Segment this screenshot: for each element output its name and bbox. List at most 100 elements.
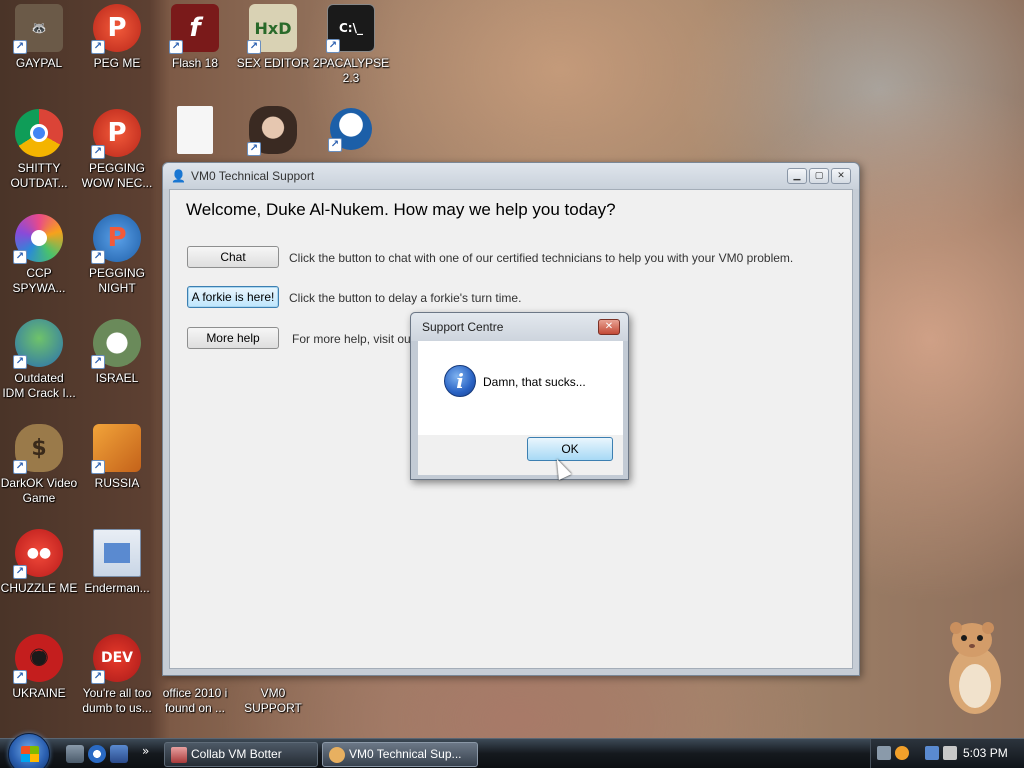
desktop-icon-sex-editor[interactable]: HxD ↗ SEX EDITOR (234, 4, 312, 71)
shortcut-arrow-icon: ↗ (247, 40, 261, 54)
support-person-icon: 👤 (171, 169, 186, 183)
gaypal-icon: 🦝 ↗ (13, 4, 63, 54)
display-tray-icon[interactable] (925, 746, 939, 760)
network-tray-icon[interactable] (877, 746, 891, 760)
volume-muted-icon[interactable] (943, 746, 957, 760)
chuzzle-icon: ●● ↗ (13, 529, 63, 579)
peg-icon: P ↗ (91, 109, 141, 159)
ok-button[interactable]: OK (527, 437, 613, 461)
command-prompt-icon: C:\_ ↗ (326, 4, 375, 53)
support-centre-dialog: Support Centre ✕ i Damn, that sucks... O… (410, 312, 629, 480)
maximize-button[interactable]: ▢ (809, 168, 829, 184)
desktop-icon-outdated-idm[interactable]: ↗ Outdated IDM Crack I... (0, 319, 78, 401)
close-button[interactable]: ✕ (831, 168, 851, 184)
more-help-button[interactable]: More help (187, 327, 279, 349)
orange-blocks-icon: ↗ (91, 424, 141, 474)
desktop-icon-gaypal[interactable]: 🦝 ↗ GAYPAL (0, 4, 78, 71)
welcome-heading: Welcome, Duke Al-Nukem. How may we help … (186, 200, 616, 219)
peg-me-icon: P ↗ (91, 4, 141, 54)
desktop-icon-chuzzle[interactable]: ●● ↗ CHUZZLE ME (0, 529, 78, 596)
show-desktop-icon[interactable] (66, 745, 84, 763)
taskbar-item-label: Collab VM Botter (191, 747, 282, 761)
desktop-icon-label: You're all too dumb to us... (82, 686, 152, 715)
desktop-icon-enderman[interactable]: Enderman... (78, 529, 156, 596)
hex-editor-icon: HxD ↗ (247, 4, 297, 54)
start-button[interactable] (8, 733, 50, 768)
desktop-icon-label: Flash 18 (171, 56, 219, 70)
shortcut-arrow-icon: ↗ (91, 355, 105, 369)
flower-icon: ↗ (91, 319, 141, 369)
shortcut-arrow-icon: ↗ (91, 250, 105, 264)
desktop-icon-blank-file[interactable] (156, 106, 234, 154)
windows-logo-icon (21, 746, 39, 762)
desktop-icon-russia[interactable]: ↗ RUSSIA (78, 424, 156, 491)
desktop-icon-label: Outdated IDM Crack I... (2, 371, 76, 400)
shortcut-arrow-icon: ↗ (13, 670, 27, 684)
shortcut-arrow-icon: ↗ (13, 460, 27, 474)
desktop-icon-label: ISRAEL (95, 371, 139, 385)
desktop-icon-pegging-night[interactable]: P ↗ PEGGING NIGHT (78, 214, 156, 296)
switch-windows-icon[interactable] (110, 745, 128, 763)
desktop-icon-obama[interactable]: ↗ (312, 108, 390, 152)
chrome-icon (15, 109, 63, 157)
browser-quicklaunch-icon[interactable] (88, 745, 106, 763)
shortcut-arrow-icon: ↗ (169, 40, 183, 54)
forkie-button[interactable]: A forkie is here! (187, 286, 279, 308)
shortcut-arrow-icon: ↗ (13, 40, 27, 54)
desktop-icon-portrait[interactable]: ↗ (234, 106, 312, 156)
taskbar: » Collab VM Botter VM0 Technical Sup... … (0, 733, 1024, 768)
hamster-icon (949, 622, 1001, 714)
desktop-icon-label: RUSSIA (94, 476, 140, 490)
search-tray-icon[interactable] (895, 746, 909, 760)
desktop-icon-label: SHITTY OUTDAT... (10, 161, 68, 190)
quicklaunch-more-icon[interactable]: » (142, 744, 149, 758)
shortcut-arrow-icon: ↗ (91, 145, 105, 159)
desktop-icon-2pacalypse[interactable]: C:\_ ↗ 2PACALYPSE 2.3 (312, 4, 390, 86)
dialog-title: Support Centre (422, 320, 504, 334)
support-person-icon (329, 747, 345, 763)
desktop-icon-dev-cpp[interactable]: DEV ↗ You're all too dumb to us... (78, 634, 156, 716)
window-app-icon (93, 529, 141, 577)
desktop-icon-ukraine[interactable]: ☢ ↗ UKRAINE (0, 634, 78, 701)
desktop-icon-ccp-spyware[interactable]: ↗ CCP SPYWA... (0, 214, 78, 296)
shortcut-arrow-icon: ↗ (326, 39, 340, 53)
shortcut-arrow-icon: ↗ (91, 460, 105, 474)
desktop-icon-flash-18[interactable]: f ↗ Flash 18 (156, 4, 234, 71)
desktop-icon-label: PEGGING NIGHT (88, 266, 145, 295)
shortcut-arrow-icon: ↗ (91, 40, 105, 54)
desktop-icon-label: GAYPAL (15, 56, 63, 70)
dialog-message: Damn, that sucks... (483, 375, 586, 389)
money-bag-icon: $ ↗ (13, 424, 63, 474)
flash-icon: f ↗ (169, 4, 219, 54)
dev-cpp-icon: DEV ↗ (91, 634, 141, 684)
chat-description: Click the button to chat with one of our… (289, 251, 794, 265)
collab-vm-icon (171, 747, 187, 763)
desktop-icon-israel[interactable]: ↗ ISRAEL (78, 319, 156, 386)
idm-globe-icon: ↗ (13, 319, 63, 369)
window-titlebar[interactable]: 👤 VM0 Technical Support ▁ ▢ ✕ (163, 163, 859, 189)
dialog-body: i Damn, that sucks... (418, 341, 623, 435)
clock[interactable]: 5:03 PM (963, 746, 1008, 760)
forkie-description: Click the button to delay a forkie's tur… (289, 291, 522, 305)
desktop-icon-label: CHUZZLE ME (0, 581, 78, 595)
chat-button[interactable]: Chat (187, 246, 279, 268)
peg-night-icon: P ↗ (91, 214, 141, 264)
photos-flower-icon: ↗ (13, 214, 63, 264)
desktop-icon-shitty-outdated[interactable]: SHITTY OUTDAT... (0, 109, 78, 191)
dialog-close-button[interactable]: ✕ (598, 319, 620, 335)
taskbar-item-collab-vm-botter[interactable]: Collab VM Botter (164, 742, 318, 767)
desktop-icon-label: UKRAINE (12, 686, 66, 700)
system-tray: 5:03 PM (870, 739, 1024, 768)
minimize-button[interactable]: ▁ (787, 168, 807, 184)
dialog-titlebar[interactable]: Support Centre ✕ (411, 313, 628, 341)
desktop-icon-label: Enderman... (84, 581, 150, 595)
desktop-icon-peg-me[interactable]: P ↗ PEG ME (78, 4, 156, 71)
desktop-icon-pegging-wow[interactable]: P ↗ PEGGING WOW NEC... (78, 109, 156, 191)
desktop-icon-darkok[interactable]: $ ↗ DarkOK Video Game (0, 424, 78, 506)
blank-file-icon (177, 106, 213, 154)
desktop-icon-label: 2PACALYPSE 2.3 (312, 56, 390, 85)
taskbar-item-label: VM0 Technical Sup... (349, 747, 462, 761)
shortcut-arrow-icon: ↗ (91, 670, 105, 684)
taskbar-item-vm0-support[interactable]: VM0 Technical Sup... (322, 742, 478, 767)
desktop-icon-label: PEGGING WOW NEC... (81, 161, 153, 190)
